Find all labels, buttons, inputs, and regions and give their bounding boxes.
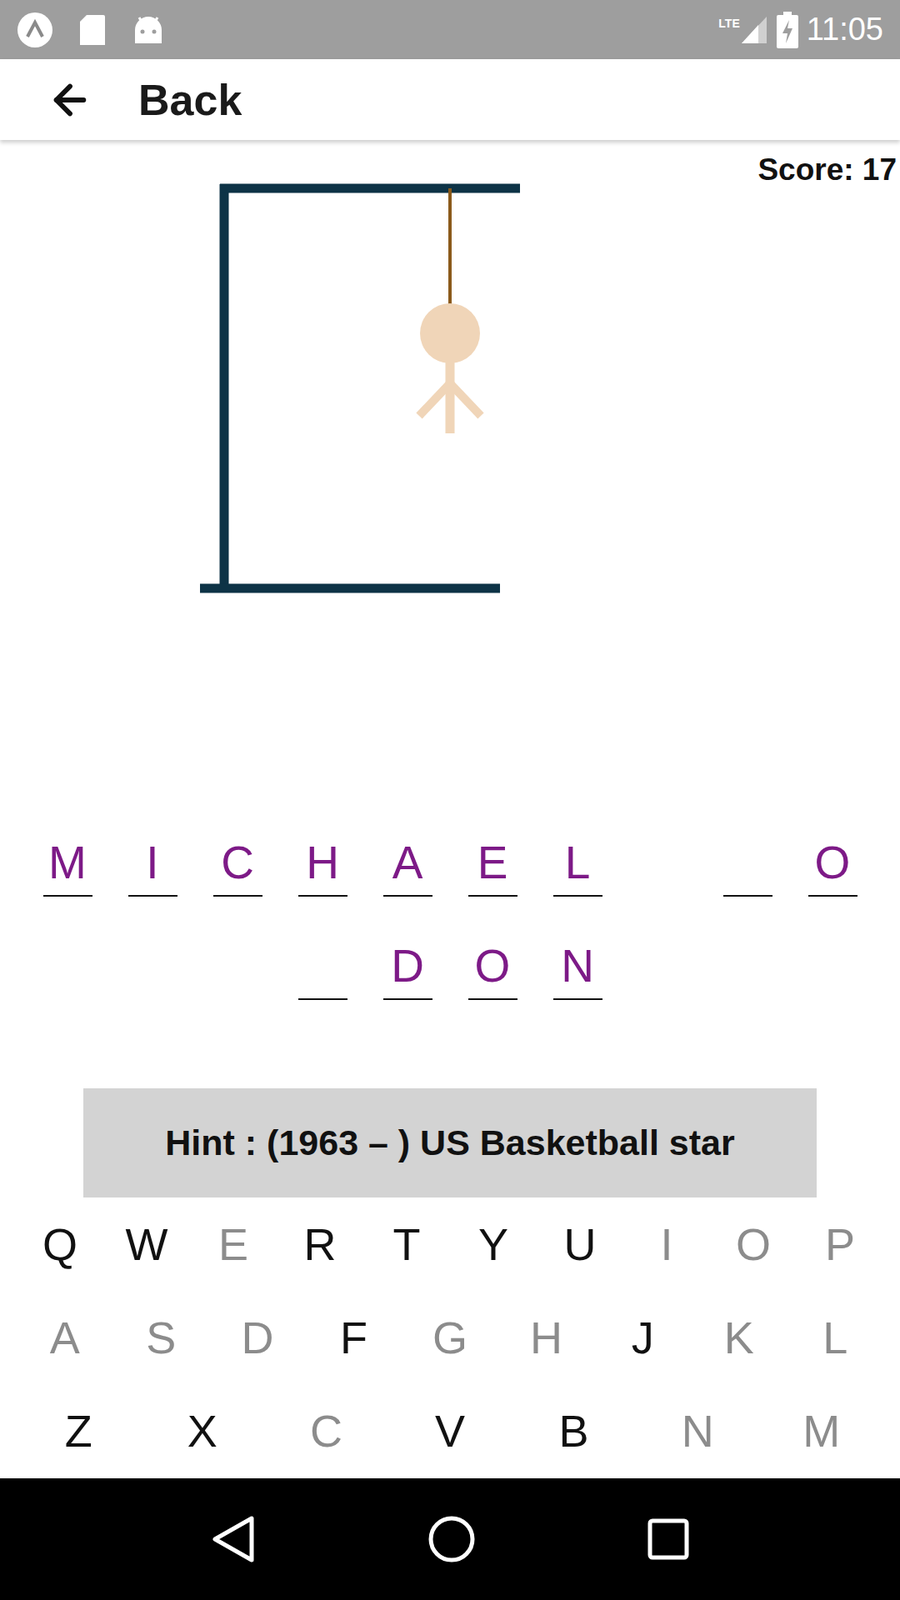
- home-circle-icon: [427, 1515, 476, 1564]
- letter-slot: A: [365, 836, 450, 897]
- app-logo-icon: [16, 11, 54, 49]
- key[interactable]: H: [498, 1304, 595, 1372]
- status-bar: LTE 11:05: [0, 0, 900, 60]
- key[interactable]: M: [759, 1397, 884, 1465]
- app: LTE11:05BackScore: 17MICHAELODONHint : (…: [0, 0, 900, 1600]
- key[interactable]: X: [140, 1397, 265, 1465]
- key[interactable]: D: [209, 1304, 306, 1372]
- key[interactable]: Q: [16, 1210, 104, 1279]
- key[interactable]: T: [363, 1210, 450, 1279]
- key[interactable]: J: [594, 1304, 691, 1372]
- key[interactable]: Y: [450, 1210, 537, 1279]
- battery-charging-icon: [776, 11, 799, 49]
- hint-box: Hint : (1963 – ) US Basketball star: [83, 1088, 817, 1198]
- key[interactable]: A: [16, 1304, 114, 1372]
- key[interactable]: R: [276, 1210, 364, 1279]
- letter-slot: D: [365, 940, 450, 1000]
- key[interactable]: O: [710, 1210, 797, 1279]
- network-label: LTE: [718, 15, 740, 33]
- key[interactable]: G: [401, 1304, 499, 1372]
- key[interactable]: E: [190, 1210, 277, 1279]
- letter-slot: I: [110, 836, 195, 897]
- signal-icon: [740, 15, 769, 45]
- back-label: Back: [138, 78, 242, 122]
- letter-slot: C: [195, 836, 280, 897]
- word: MICHAELODON: [0, 800, 900, 1000]
- letter-slot: H: [280, 836, 365, 897]
- nav-back-button[interactable]: [210, 1514, 257, 1565]
- keyboard: QWERTYUIOPASDFGHJKLZXCVBNM: [0, 1197, 900, 1479]
- letter-slot: N: [535, 940, 620, 1000]
- sd-card-icon: [78, 13, 107, 47]
- key[interactable]: K: [690, 1304, 788, 1372]
- letter-slot: [280, 940, 365, 1000]
- back-triangle-icon: [210, 1514, 257, 1565]
- recents-square-icon: [646, 1517, 690, 1561]
- gallows-area: Score: 17: [0, 140, 900, 800]
- letter-slot: L: [535, 836, 620, 897]
- key[interactable]: U: [536, 1210, 624, 1279]
- letter-slot: O: [450, 940, 535, 1000]
- keyboard-row: QWERTYUIOP: [0, 1197, 900, 1291]
- key[interactable]: W: [103, 1210, 190, 1279]
- word-row: MICHAEL O: [0, 836, 900, 897]
- nav-recents-button[interactable]: [646, 1517, 690, 1561]
- key[interactable]: V: [388, 1397, 513, 1465]
- back-button[interactable]: Back: [0, 76, 242, 124]
- key[interactable]: L: [787, 1304, 885, 1372]
- keyboard-row: ZXCVBNM: [0, 1385, 900, 1479]
- key[interactable]: P: [796, 1210, 884, 1279]
- letter-slot: O: [790, 836, 875, 897]
- android-icon: [131, 15, 165, 45]
- key[interactable]: F: [305, 1304, 403, 1372]
- key[interactable]: Z: [16, 1397, 141, 1465]
- nav-home-button[interactable]: [427, 1515, 476, 1564]
- navigation-bar: [0, 1478, 900, 1600]
- letter-slot: [705, 836, 790, 897]
- clock: 11:05: [806, 5, 884, 54]
- score: Score: 17: [757, 146, 897, 194]
- app-bar: Back: [0, 59, 900, 140]
- word-row: DON: [0, 940, 900, 1000]
- key[interactable]: S: [113, 1304, 210, 1372]
- key[interactable]: B: [511, 1397, 636, 1465]
- letter-slot: E: [450, 836, 535, 897]
- key[interactable]: N: [635, 1397, 760, 1465]
- keyboard-row: ASDFGHJKL: [0, 1290, 900, 1385]
- hangman-drawing: [0, 140, 900, 800]
- key[interactable]: C: [264, 1397, 389, 1465]
- letter-slot: M: [25, 836, 110, 897]
- key[interactable]: I: [623, 1210, 710, 1279]
- back-arrow-icon: [46, 76, 94, 124]
